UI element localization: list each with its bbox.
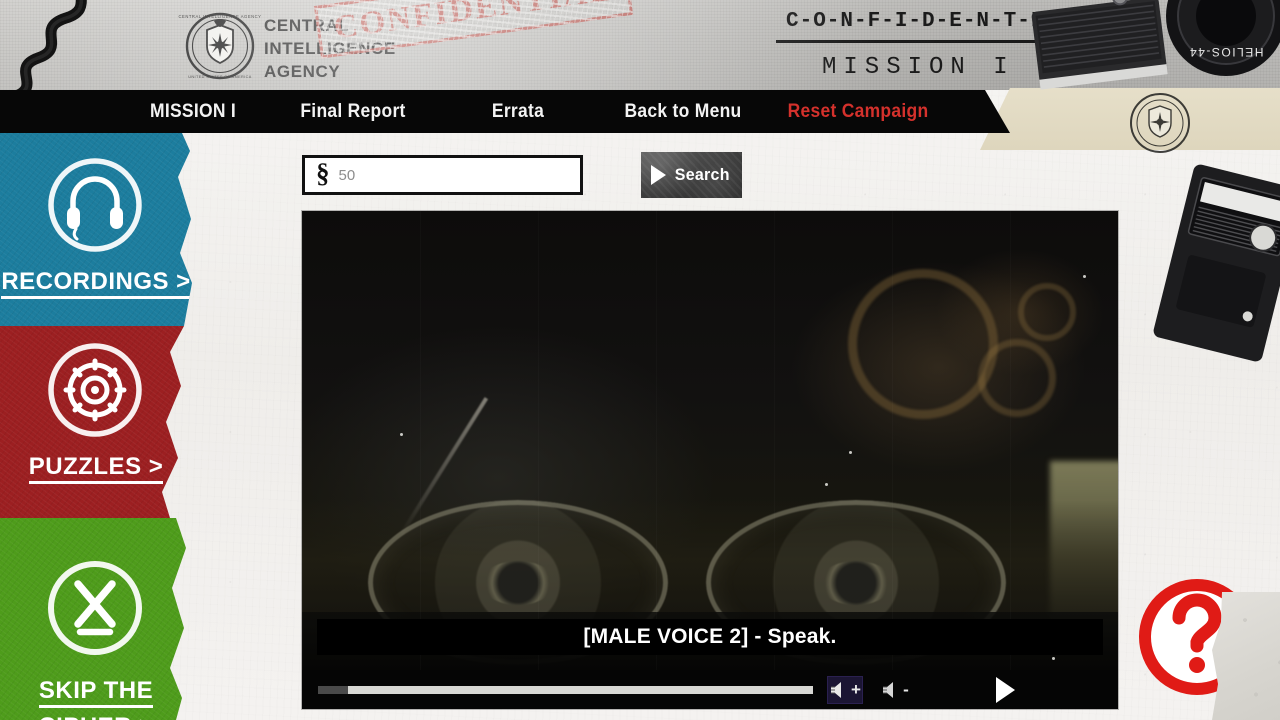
section-symbol-icon: § (316, 158, 330, 188)
sidebar-item-puzzles[interactable]: PUZZLES > (0, 326, 184, 518)
nav-item-errata[interactable]: Errata (444, 101, 591, 123)
main-navigation: MISSION I Final Report Errata Back to Me… (0, 90, 1010, 133)
nav-item-back-to-menu[interactable]: Back to Menu (605, 101, 761, 123)
search-input[interactable] (338, 159, 559, 191)
nav-item-reset-campaign[interactable]: Reset Campaign (775, 101, 941, 123)
x-circle-icon (48, 561, 142, 655)
confidential-stamp: CONFIDENTIAL (313, 0, 633, 59)
svg-text:CENTRAL INTELLIGENCE AGENCY: CENTRAL INTELLIGENCE AGENCY (179, 14, 262, 19)
sidebar-label-recordings: RECORDINGS > (0, 264, 192, 300)
scene-scanlines (302, 211, 1118, 670)
scene-speck (825, 483, 828, 486)
play-button[interactable] (985, 675, 1025, 705)
volume-down-button[interactable]: - (877, 676, 913, 704)
volume-up-button[interactable]: + (827, 675, 863, 704)
agency-line-1: CENTRAL (264, 16, 350, 35)
sidebar-item-recordings[interactable]: RECORDINGS > (0, 133, 192, 326)
volume-down-sign: - (903, 680, 909, 699)
header-band: CENTRAL INTELLIGENCE AGENCY UNITED STATE… (0, 0, 1280, 90)
scene-speck (849, 451, 852, 454)
scene-speck (1083, 275, 1086, 278)
envelope-cia-seal-icon (1130, 93, 1190, 153)
search-button[interactable]: Search (641, 152, 742, 198)
sidebar-item-skip-the-cipher[interactable]: SKIP THE CIPHER > (0, 518, 186, 720)
search-button-label: Search (674, 165, 730, 184)
cipher-wheel-icon (48, 343, 142, 437)
svg-text:UNITED STATES OF AMERICA: UNITED STATES OF AMERICA (188, 75, 252, 79)
headphones-icon (48, 158, 142, 252)
agency-line-2: INTELLIGENCE (264, 39, 396, 58)
vintage-camera-icon: HELIOS-44 (1031, 0, 1280, 90)
search-row: § Search (302, 152, 742, 198)
play-triangle-icon (651, 165, 667, 185)
sidebar-label-skip-the-cipher: SKIP THE CIPHER > (0, 673, 186, 720)
video-stage[interactable]: [MALE VOICE 2] - Speak. (302, 211, 1118, 670)
typed-confidential-title: C-O-N-F-I-D-E-N-T-I (786, 10, 1045, 33)
speaker-icon (831, 681, 842, 698)
nav-item-mission-i[interactable]: MISSION I (124, 101, 262, 123)
player-controls: + - (302, 670, 1118, 709)
cia-seal-icon: CENTRAL INTELLIGENCE AGENCY UNITED STATE… (179, 12, 262, 80)
subtitle-bar: [MALE VOICE 2] - Speak. (317, 619, 1103, 655)
svg-text:HELIOS-44: HELIOS-44 (1189, 45, 1264, 59)
speaker-icon (883, 681, 894, 698)
agency-line-3: AGENCY (264, 62, 341, 81)
nav-list: MISSION I Final Report Errata Back to Me… (0, 90, 1010, 133)
volume-up-sign: + (851, 680, 861, 699)
left-sidebar: RECORDINGS > PUZZLES > SKIP THE (0, 133, 200, 720)
sidebar-label-puzzles: PUZZLES > (0, 449, 184, 485)
subtitle-text: [MALE VOICE 2] - Speak. (583, 625, 837, 648)
video-player[interactable]: [MALE VOICE 2] - Speak. + - (302, 211, 1118, 709)
scene-speck (1052, 657, 1055, 660)
mission-title: MISSION I (822, 54, 1015, 81)
play-triangle-icon (995, 676, 1015, 703)
scene-speck (400, 433, 403, 436)
progress-fill (318, 685, 348, 694)
progress-bar[interactable] (318, 685, 813, 694)
torn-paper-scrap (1212, 592, 1280, 720)
nav-item-final-report[interactable]: Final Report (275, 101, 431, 123)
agency-wordmark: CENTRAL INTELLIGENCE AGENCY (264, 14, 396, 83)
search-box[interactable]: § (302, 155, 583, 195)
app-root: CENTRAL INTELLIGENCE AGENCY UNITED STATE… (0, 0, 1280, 720)
